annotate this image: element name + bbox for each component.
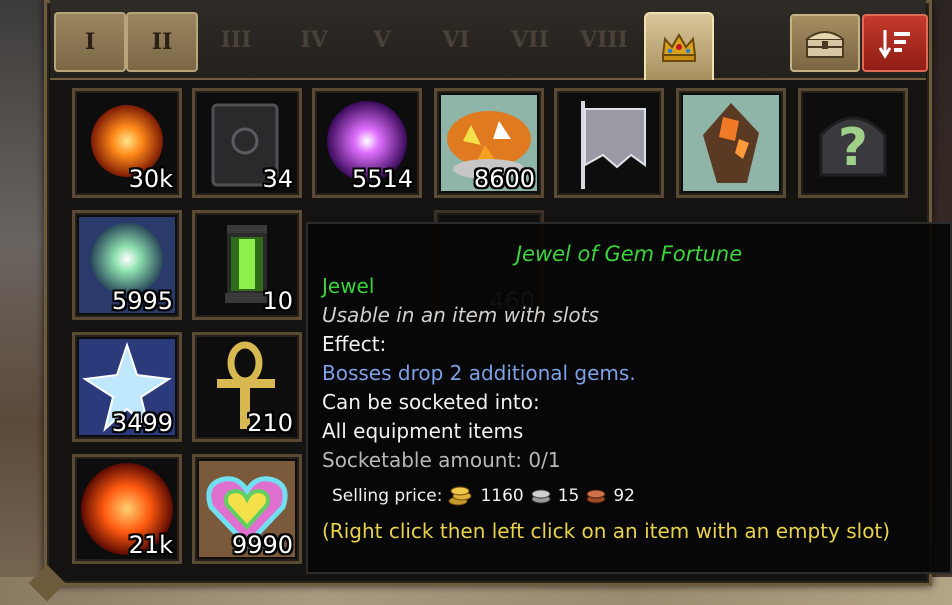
chest-button[interactable] [790,14,860,72]
item-count: 9990 [231,531,293,559]
tab-crown[interactable] [644,12,714,80]
item-count: 210 [247,409,293,437]
tab-6[interactable]: VI [422,12,490,68]
tooltip-socket-text: All equipment items [322,419,524,443]
gold-amount: 1160 [480,486,524,506]
item-tooltip: Jewel of Gem Fortune Jewel Usable in an … [306,222,952,574]
item-count: 3499 [111,409,173,437]
silver-amount: 15 [557,486,580,506]
item-count: 5514 [351,165,413,193]
item-count: 5995 [111,287,173,315]
tooltip-title: Jewel of Gem Fortune [515,242,743,266]
tooltip-selling-price: Selling price: 1160 15 92 [332,485,936,507]
slot-purple-orb[interactable]: 5514 [312,88,422,198]
tooltip-effect-label: Effect: [322,332,387,356]
tab-7[interactable]: VII [496,12,564,68]
copper-coin-icon [586,489,606,504]
mystery-helmet-icon: ? [819,116,887,178]
svg-text:?: ? [838,118,868,178]
slot-amber-crystal[interactable] [676,88,786,198]
tooltip-socket-label: Can be socketed into: [322,390,540,414]
tab-5[interactable]: V [348,12,416,68]
slot-candy-corn-bowl[interactable]: 8600 [434,88,544,198]
background-left [0,0,48,605]
item-count: 8600 [473,165,535,193]
slot-golden-ankh[interactable]: 210 [192,332,302,442]
amber-crystal-icon [683,95,779,191]
slot-white-banner[interactable] [554,88,664,198]
gold-coin-icon [448,486,472,506]
tooltip-type: Jewel [322,274,375,298]
slot-green-lantern[interactable]: 10 [192,210,302,320]
slot-lava-rock[interactable]: 21k [72,454,182,564]
tooltip-usage-hint: (Right click then left click on an item … [322,519,891,543]
tooltip-socket-amount: Socketable amount: 0/1 [322,448,561,472]
tooltip-usage: Usable in an item with slots [322,303,599,327]
slot-rainbow-heart[interactable]: 9990 [192,454,302,564]
copper-amount: 92 [613,486,635,506]
item-count: 34 [262,165,293,193]
sort-button[interactable] [862,14,928,72]
item-count: 10 [262,287,293,315]
white-banner-icon [581,101,646,189]
slot-dark-book[interactable]: 34 [192,88,302,198]
slot-jade-relic[interactable]: 5995 [72,210,182,320]
tab-8[interactable]: VIII [570,12,638,68]
tooltip-effect-text: Bosses drop 2 additional gems. [322,361,636,385]
tab-3[interactable]: III [202,12,270,68]
tab-bar: I II III IV V VI VII VIII [50,0,928,80]
price-label: Selling price: [332,486,443,506]
item-count: 30k [128,165,173,193]
tab-4[interactable]: IV [280,12,348,68]
slot-fire-sun[interactable]: 30k [72,88,182,198]
slot-frost-star[interactable]: 3499 [72,332,182,442]
tab-1[interactable]: I [54,12,126,72]
crown-icon [661,33,697,62]
item-count: 21k [128,531,173,559]
sort-icon [878,30,910,59]
tab-2[interactable]: II [126,12,198,72]
silver-coin-icon [531,489,551,504]
treasure-chest-icon [806,31,844,58]
slot-mystery-helmet[interactable]: ? [798,88,908,198]
